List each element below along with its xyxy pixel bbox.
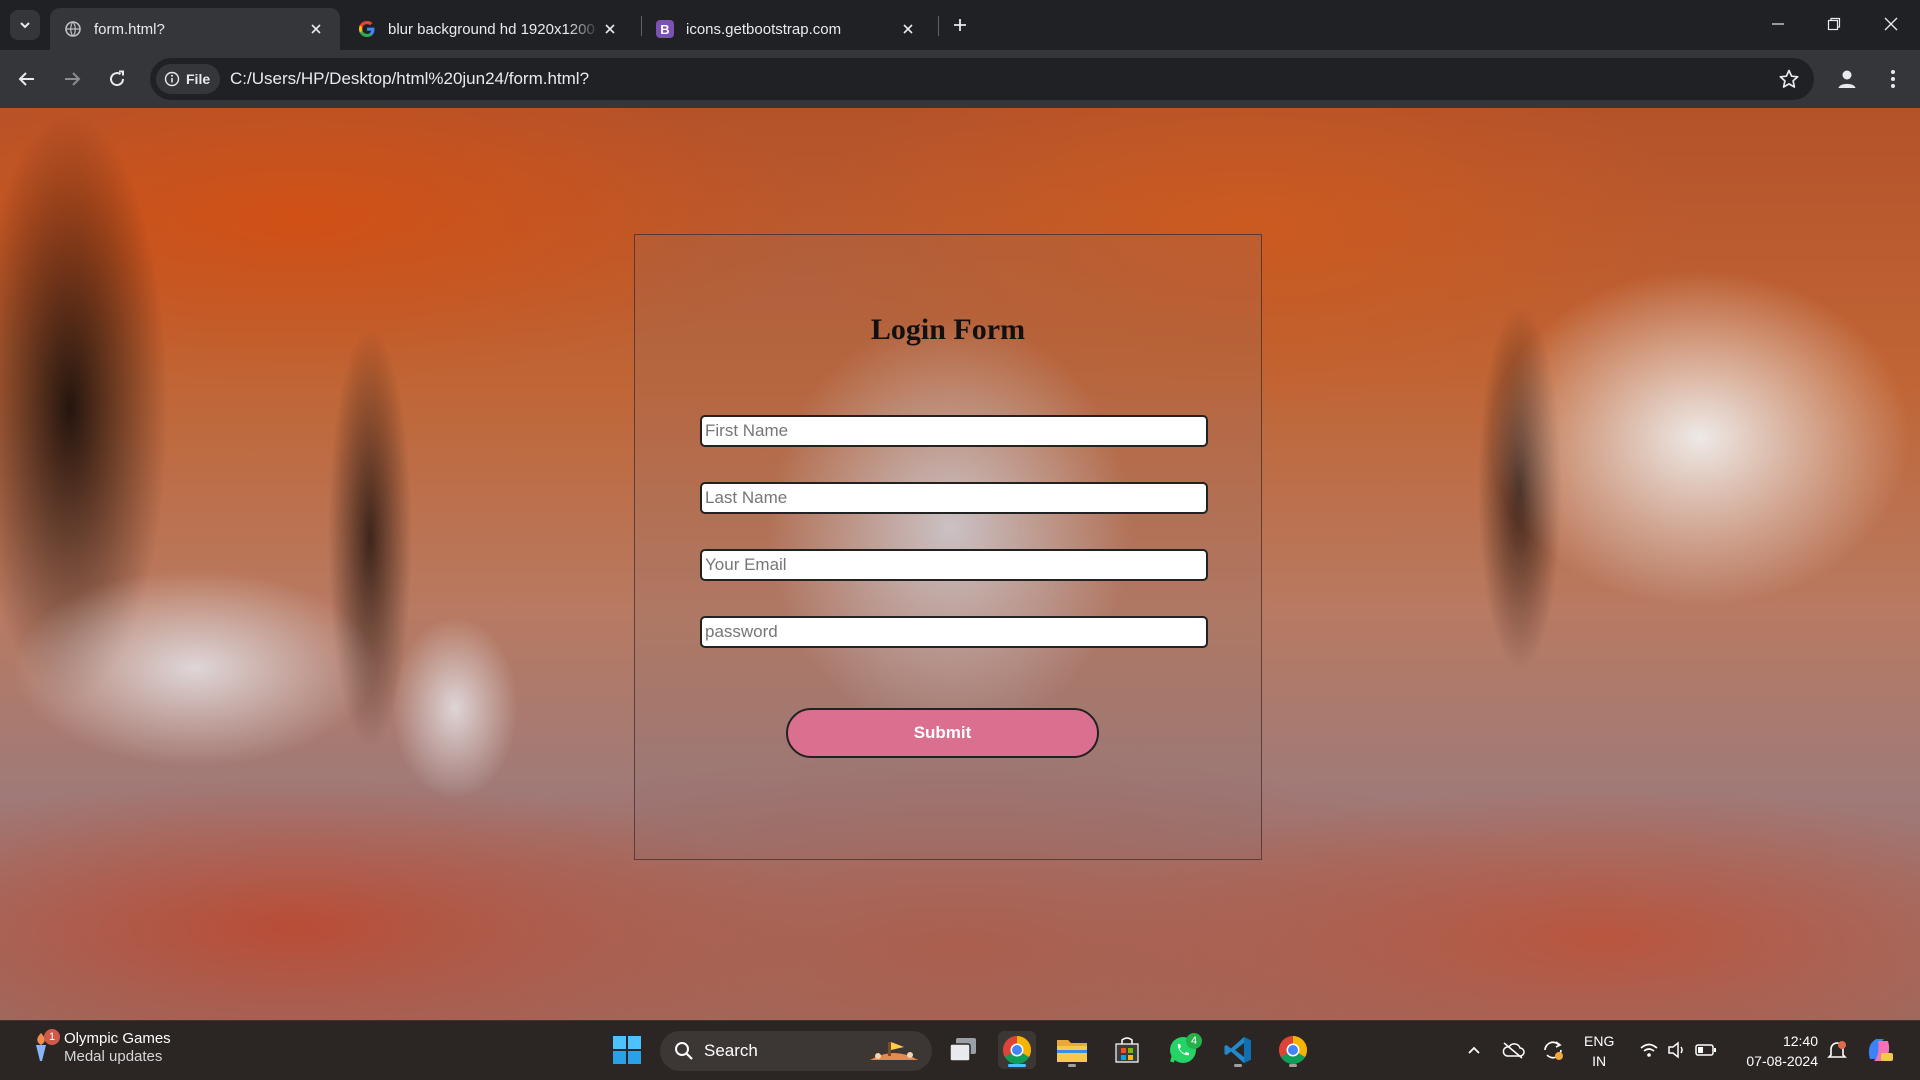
- tab-form[interactable]: form.html?: [50, 8, 340, 50]
- widget-title: Olympic Games: [64, 1030, 171, 1047]
- cloud-offline-icon: [1502, 1042, 1525, 1059]
- tab-search-button[interactable]: [10, 10, 40, 40]
- bootstrap-icon: B: [656, 20, 674, 38]
- tab-bootstrap-icons[interactable]: B icons.getbootstrap.com: [642, 8, 932, 50]
- running-indicator: [1008, 1064, 1026, 1067]
- form-title: Login Form: [870, 313, 1026, 346]
- taskbar-chrome-active[interactable]: [998, 1031, 1036, 1069]
- tab-divider: [938, 16, 939, 36]
- restore-icon: [1827, 17, 1841, 31]
- site-info-chip[interactable]: File: [156, 64, 221, 94]
- info-icon: [164, 71, 180, 87]
- date: 07-08-2024: [1746, 1053, 1818, 1069]
- language-code: ENG: [1584, 1033, 1615, 1049]
- close-window-button[interactable]: [1871, 8, 1911, 40]
- widget-subtitle: Medal updates: [64, 1048, 163, 1065]
- news-widget[interactable]: 1 Olympic Games Medal updates: [26, 1029, 171, 1065]
- chrome-icon: [1003, 1036, 1031, 1064]
- running-indicator: [1068, 1064, 1076, 1067]
- taskbar-whatsapp[interactable]: 4: [1164, 1031, 1202, 1069]
- site-info-label: File: [186, 71, 211, 87]
- clock[interactable]: 12:40 07-08-2024: [1746, 1031, 1818, 1071]
- restore-button[interactable]: [1814, 8, 1854, 40]
- last-name-input[interactable]: [700, 482, 1208, 514]
- task-view-button[interactable]: [944, 1031, 982, 1069]
- notification-badge: 4: [1186, 1033, 1202, 1049]
- browser-toolbar: File C:/Users/HP/Desktop/html%20jun24/fo…: [0, 50, 1920, 108]
- network-volume-battery[interactable]: [1628, 1031, 1728, 1069]
- tab-title: icons.getbootstrap.com: [686, 20, 842, 38]
- bell-icon: [1827, 1041, 1847, 1058]
- email-input[interactable]: [700, 549, 1208, 581]
- folder-icon: [1057, 1040, 1087, 1062]
- chevron-up-icon: [1468, 1046, 1480, 1054]
- taskbar-chrome-profile[interactable]: [1274, 1031, 1312, 1069]
- reload-button[interactable]: [100, 62, 134, 96]
- profile-button[interactable]: [1830, 62, 1864, 96]
- globe-icon: [64, 20, 82, 38]
- bookmark-star-icon[interactable]: [1778, 68, 1800, 90]
- back-button[interactable]: [10, 62, 44, 96]
- time: 12:40: [1782, 1033, 1818, 1049]
- language-indicator[interactable]: ENG IN: [1584, 1031, 1614, 1071]
- store-icon: [1115, 1037, 1139, 1063]
- page-viewport: Login Form Submit: [0, 108, 1920, 1020]
- battery-icon: [1695, 1044, 1716, 1056]
- plus-icon: [954, 19, 966, 31]
- new-tab-button[interactable]: [946, 12, 974, 38]
- close-icon[interactable]: [898, 19, 918, 39]
- taskbar-store[interactable]: [1108, 1031, 1146, 1069]
- taskbar-search[interactable]: Search: [660, 1031, 932, 1071]
- close-icon[interactable]: [306, 19, 326, 39]
- sync-icon: [1544, 1041, 1563, 1060]
- torch-icon: 1: [26, 1029, 60, 1063]
- google-icon: [358, 20, 376, 38]
- arrow-left-icon: [18, 72, 34, 86]
- submit-button[interactable]: Submit: [786, 708, 1099, 758]
- taskbar-file-explorer[interactable]: [1053, 1031, 1091, 1069]
- minimize-button[interactable]: [1758, 8, 1798, 40]
- tab-strip: form.html? blur background hd 1920x1200 …: [0, 0, 1920, 50]
- arrow-right-icon: [65, 72, 81, 86]
- url-text[interactable]: C:/Users/HP/Desktop/html%20jun24/form.ht…: [230, 69, 589, 89]
- region-code: IN: [1592, 1053, 1607, 1069]
- copilot-button[interactable]: [1860, 1031, 1898, 1069]
- first-name-input[interactable]: [700, 415, 1208, 447]
- chrome-icon: [1279, 1036, 1307, 1064]
- running-indicator: [1234, 1064, 1242, 1067]
- minimize-icon: [1772, 23, 1784, 25]
- taskbar-vscode[interactable]: [1219, 1031, 1257, 1069]
- tab-title: blur background hd 1920x1200: [388, 20, 595, 38]
- more-vertical-icon: [1891, 70, 1895, 88]
- volume-icon: [1668, 1041, 1683, 1059]
- search-label: Search: [704, 1041, 758, 1060]
- browser-menu-button[interactable]: [1876, 62, 1910, 96]
- running-indicator: [1289, 1064, 1297, 1067]
- address-bar[interactable]: File C:/Users/HP/Desktop/html%20jun24/fo…: [150, 58, 1814, 100]
- search-highlight-icon: [870, 1042, 918, 1060]
- close-icon: [1884, 17, 1898, 31]
- chevron-down-icon: [20, 22, 30, 29]
- onedrive-tray[interactable]: [1494, 1031, 1532, 1069]
- taskbar: 1 Olympic Games Medal updates Search 4 E…: [0, 1020, 1920, 1080]
- task-view-icon: [949, 1038, 976, 1062]
- reload-icon: [110, 70, 125, 87]
- tab-title: form.html?: [94, 20, 165, 38]
- copilot-icon: [1868, 1039, 1893, 1061]
- wifi-icon: [1640, 1043, 1658, 1057]
- password-input[interactable]: [700, 616, 1208, 648]
- close-icon[interactable]: [600, 19, 620, 39]
- login-form-card: Login Form Submit: [634, 234, 1262, 860]
- notification-badge: 1: [44, 1029, 60, 1045]
- tab-blur-background[interactable]: blur background hd 1920x1200: [344, 8, 634, 50]
- sync-tray[interactable]: [1534, 1031, 1572, 1069]
- windows-icon: [613, 1036, 641, 1064]
- vscode-icon: [1224, 1037, 1251, 1063]
- search-icon: [675, 1042, 693, 1060]
- notifications-button[interactable]: [1818, 1031, 1856, 1069]
- show-hidden-icons-button[interactable]: [1455, 1031, 1493, 1069]
- forward-button[interactable]: [55, 62, 89, 96]
- start-button[interactable]: [608, 1031, 646, 1069]
- profile-icon: [1838, 70, 1856, 88]
